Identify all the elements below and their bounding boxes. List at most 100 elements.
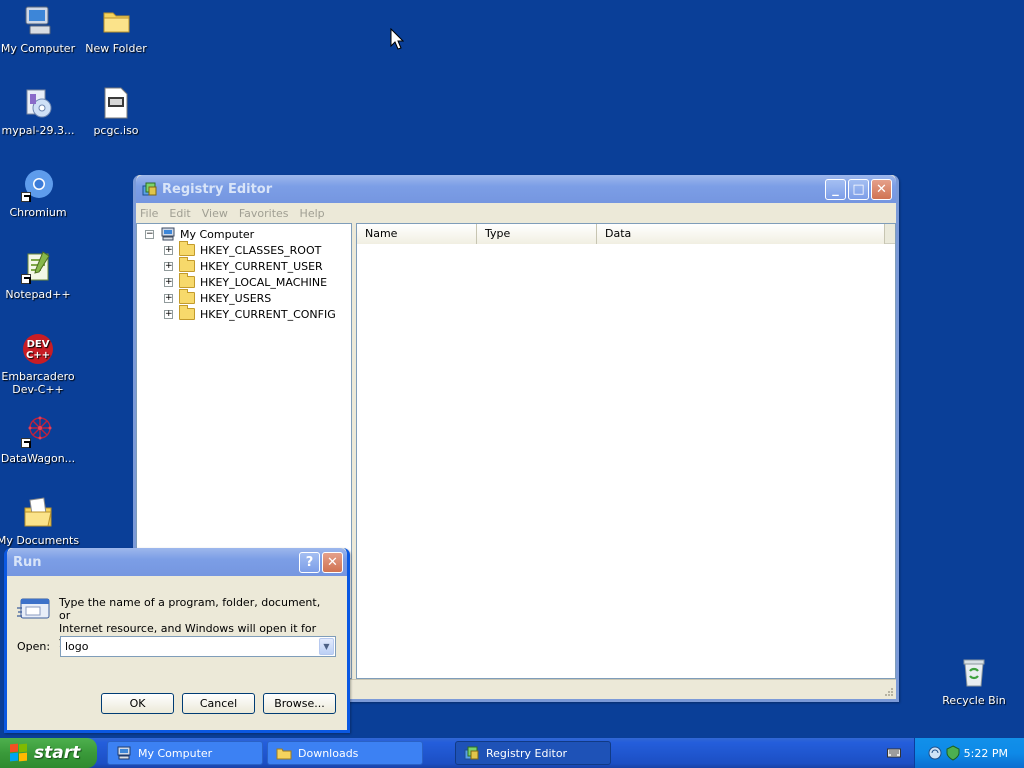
menu-bar: File Edit View Favorites Help — [136, 203, 896, 223]
desktop-icon-label: DataWagon... — [0, 452, 76, 465]
menu-edit[interactable]: Edit — [169, 207, 190, 220]
desktop-icon-mypal[interactable]: mypal-29.3... — [0, 86, 80, 137]
help-icon: ? — [305, 554, 314, 570]
tree-item-label: HKEY_CURRENT_USER — [200, 259, 323, 273]
taskbar-item-label: Registry Editor — [486, 746, 568, 760]
taskbar-item-label: Downloads — [298, 746, 359, 760]
registry-editor-icon — [464, 746, 479, 760]
notepadpp-icon — [21, 250, 55, 284]
cancel-button[interactable]: Cancel — [182, 693, 255, 714]
computer-icon — [161, 227, 175, 241]
expand-icon[interactable]: + — [164, 309, 173, 319]
folder-icon — [276, 748, 292, 760]
desktop-icon-label: mypal-29.3... — [1, 124, 75, 137]
close-icon: ✕ — [327, 554, 338, 570]
run-icon — [17, 598, 50, 619]
tree-item-hkcr[interactable]: + HKEY_CLASSES_ROOT — [145, 241, 351, 258]
registry-editor-titlebar[interactable]: Registry Editor _ □ ✕ — [136, 175, 896, 203]
security-icon[interactable] — [945, 745, 961, 761]
desktop-icon-pcgc-iso[interactable]: pcgc.iso — [74, 86, 158, 137]
desktop-icon-label: Recycle Bin — [942, 694, 1006, 707]
desktop-icon-chromium[interactable]: Chromium — [0, 168, 80, 219]
svg-text:C++: C++ — [26, 350, 50, 361]
mouse-cursor-icon — [390, 28, 404, 50]
open-input-value[interactable]: logo — [65, 640, 89, 653]
list-header: Name Type Data — [357, 224, 895, 244]
open-combobox[interactable]: logo ▼ — [60, 636, 336, 657]
maximize-button[interactable]: □ — [848, 178, 869, 200]
minimize-button[interactable]: _ — [825, 178, 846, 200]
chromium-icon — [21, 168, 55, 202]
computer-icon — [117, 746, 131, 760]
desktop-icon-label: Chromium — [9, 206, 67, 219]
desktop-icon-label: pcgc.iso — [93, 124, 139, 137]
system-tray: 5:22 PM — [914, 738, 1024, 768]
keyboard-icon[interactable] — [887, 747, 901, 759]
start-button[interactable]: start — [0, 738, 97, 768]
tree-item-label: HKEY_CURRENT_CONFIG — [200, 307, 336, 321]
maximize-icon: □ — [852, 181, 865, 197]
desktop-icon-my-documents[interactable]: My Documents — [0, 496, 80, 547]
run-titlebar[interactable]: Run ? ✕ — [7, 548, 347, 576]
menu-help[interactable]: Help — [300, 207, 325, 220]
taskbar-item-label: My Computer — [138, 746, 213, 760]
expand-icon[interactable]: + — [164, 245, 173, 255]
tree-root[interactable]: − My Computer — [145, 226, 351, 242]
close-button[interactable]: ✕ — [871, 178, 892, 200]
close-icon: ✕ — [876, 181, 887, 197]
desktop-icon-notepadpp[interactable]: Notepad++ — [0, 250, 80, 301]
tree-item-hklm[interactable]: + HKEY_LOCAL_MACHINE — [145, 273, 351, 290]
disc-image-icon — [99, 86, 133, 120]
taskbar-item-my-computer[interactable]: My Computer — [107, 741, 263, 765]
dropdown-arrow-icon[interactable]: ▼ — [319, 638, 334, 655]
expand-icon[interactable]: + — [164, 261, 173, 271]
ok-button[interactable]: OK — [101, 693, 174, 714]
desktop-icon-datawagon[interactable]: DataWagon... — [0, 414, 80, 465]
column-header-name[interactable]: Name — [357, 224, 477, 244]
close-button[interactable]: ✕ — [322, 551, 343, 573]
run-dialog-body: Type the name of a program, folder, docu… — [7, 576, 347, 730]
registry-values-list[interactable]: Name Type Data — [356, 223, 896, 679]
desktop-icon-label: New Folder — [85, 42, 147, 55]
desktop-icon-my-computer[interactable]: My Computer — [0, 4, 80, 55]
taskbar-item-downloads[interactable]: Downloads — [267, 741, 423, 765]
minimize-icon: _ — [832, 181, 839, 197]
tree-item-label: HKEY_USERS — [200, 291, 272, 305]
menu-file[interactable]: File — [140, 207, 158, 220]
desktop-icon-recycle-bin[interactable]: Recycle Bin — [932, 656, 1016, 707]
tree-item-hkcu[interactable]: + HKEY_CURRENT_USER — [145, 257, 351, 274]
expand-icon[interactable]: + — [164, 293, 173, 303]
collapse-icon[interactable]: − — [145, 229, 154, 239]
desktop-icon-label: My Computer — [0, 42, 76, 55]
datawagon-icon — [21, 414, 55, 448]
folder-icon — [179, 273, 195, 288]
taskbar-item-registry-editor[interactable]: Registry Editor — [455, 741, 611, 765]
installer-icon — [21, 86, 55, 120]
help-button[interactable]: ? — [299, 551, 320, 573]
menu-favorites[interactable]: Favorites — [239, 207, 289, 220]
column-header-data[interactable]: Data — [597, 224, 885, 244]
expand-icon[interactable]: + — [164, 277, 173, 287]
shortcut-arrow-icon — [21, 274, 31, 284]
network-icon[interactable] — [927, 745, 943, 761]
desktop-icon-new-folder[interactable]: New Folder — [74, 4, 158, 55]
tree-item-hku[interactable]: + HKEY_USERS — [145, 289, 351, 306]
window-title: Registry Editor — [162, 181, 273, 197]
browse-button[interactable]: Browse... — [263, 693, 336, 714]
shortcut-arrow-icon — [21, 192, 31, 202]
column-header-type[interactable]: Type — [477, 224, 597, 244]
devcpp-icon: DEV C++ — [21, 332, 55, 366]
shortcut-arrow-icon — [21, 438, 31, 448]
run-dialog[interactable]: Run ? ✕ Type the name of a program, fold… — [4, 548, 350, 733]
computer-icon — [21, 4, 55, 38]
resize-grip-icon[interactable] — [882, 685, 894, 697]
taskbar: start My Computer Downloads Registry Edi… — [0, 738, 1024, 768]
folder-icon — [179, 241, 195, 256]
registry-editor-icon — [142, 182, 157, 196]
run-description-line1: Type the name of a program, folder, docu… — [59, 596, 321, 622]
desktop-icon-devcpp[interactable]: DEV C++ Embarcadero Dev-C++ — [0, 332, 80, 396]
start-label: start — [34, 743, 81, 763]
windows-logo-icon — [10, 743, 28, 762]
menu-view[interactable]: View — [202, 207, 228, 220]
tree-item-hkcc[interactable]: + HKEY_CURRENT_CONFIG — [145, 305, 351, 322]
